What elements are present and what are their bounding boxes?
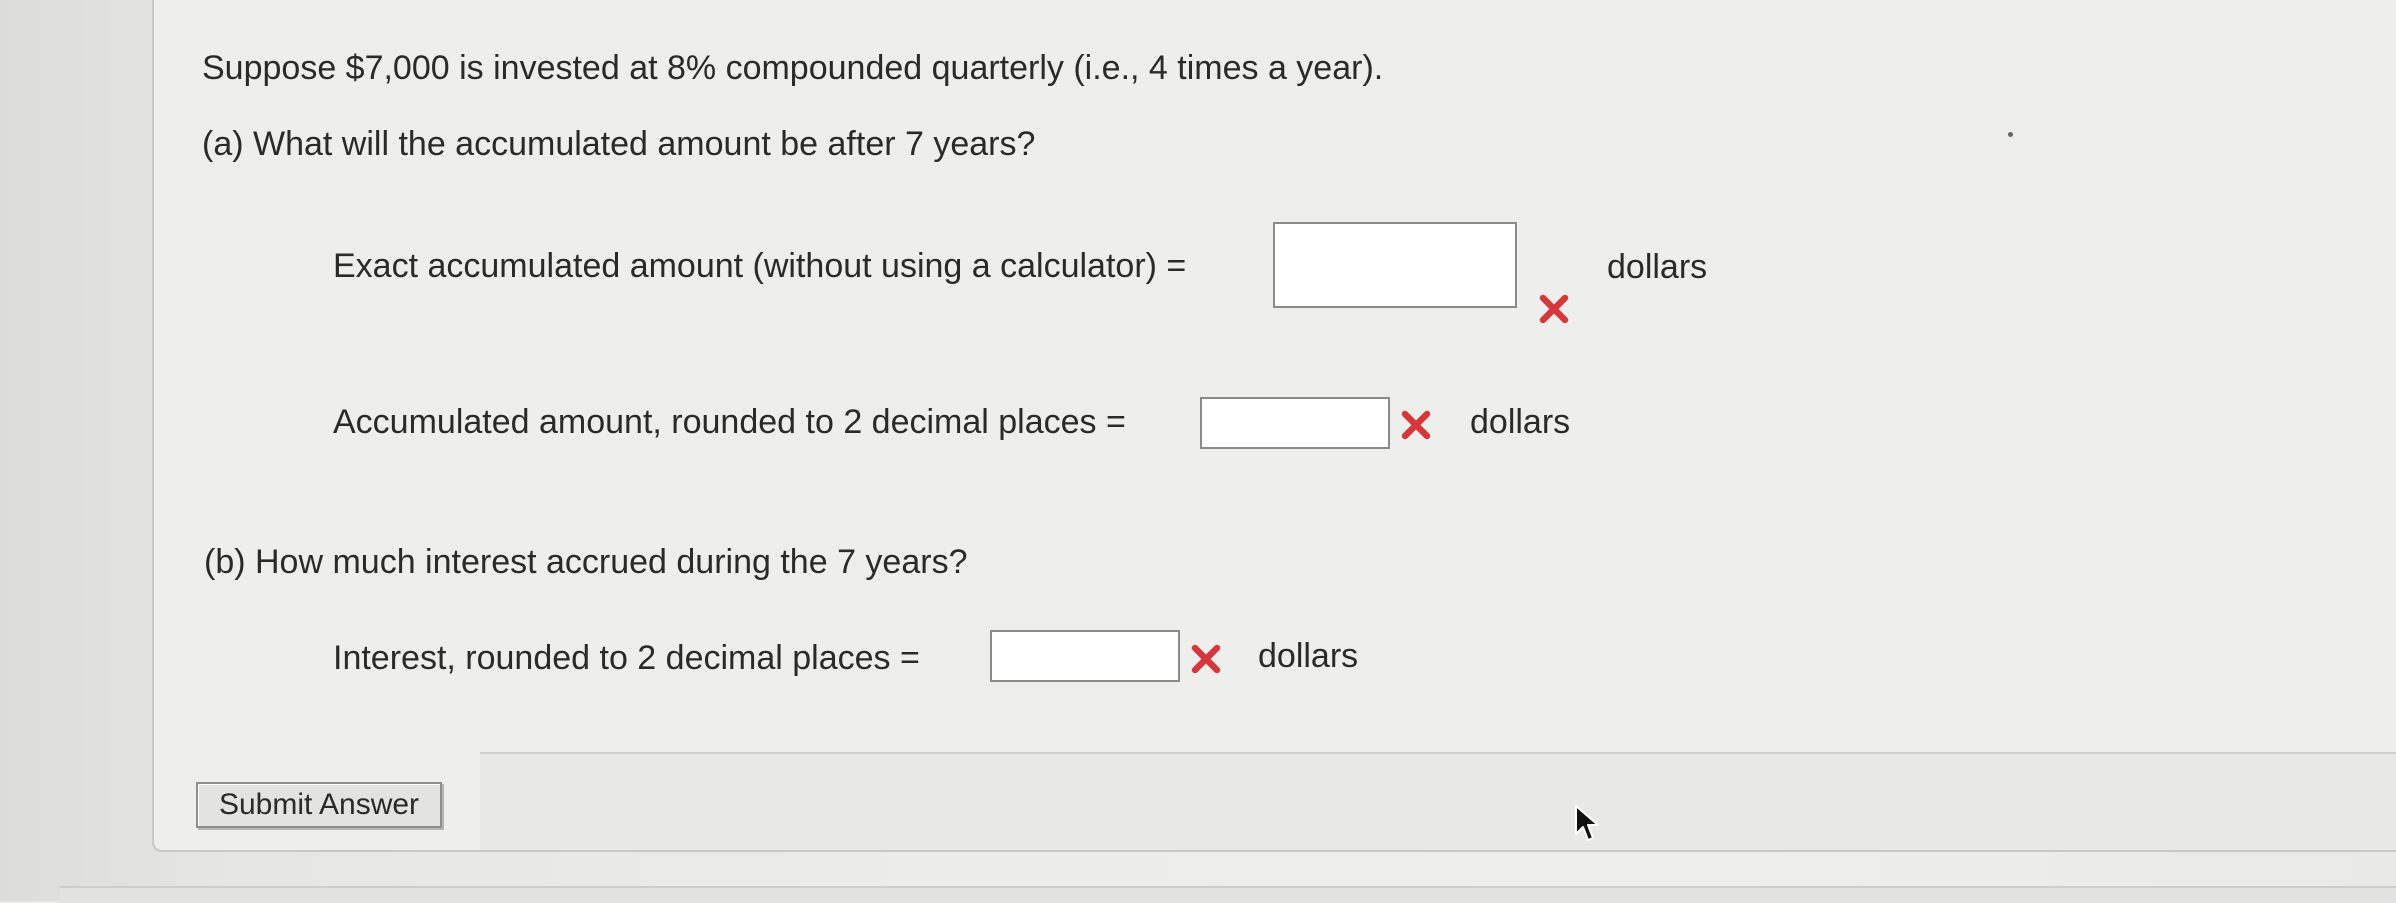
submit-answer-button[interactable]: Submit Answer xyxy=(196,782,442,828)
screen-speck xyxy=(2008,132,2013,137)
part-b-heading: (b) How much interest accrued during the… xyxy=(204,543,968,581)
incorrect-x-icon xyxy=(1191,644,1221,674)
panel-footer-area xyxy=(480,752,2396,850)
rounded-amount-unit: dollars xyxy=(1470,403,1571,441)
interest-label: Interest, rounded to 2 decimal places = xyxy=(333,639,920,677)
interest-input[interactable] xyxy=(990,630,1180,682)
interest-unit: dollars xyxy=(1258,637,1359,675)
rounded-amount-label: Accumulated amount, rounded to 2 decimal… xyxy=(333,403,1126,441)
exact-amount-unit: dollars xyxy=(1607,248,1708,286)
next-panel-edge xyxy=(60,886,2396,903)
exact-amount-input[interactable] xyxy=(1273,222,1517,308)
incorrect-x-icon xyxy=(1401,410,1431,440)
incorrect-x-icon xyxy=(1539,294,1569,324)
question-prompt: Suppose $7,000 is invested at 8% compoun… xyxy=(202,49,1384,87)
part-a-heading: (a) What will the accumulated amount be … xyxy=(202,125,1036,163)
exact-amount-label: Exact accumulated amount (without using … xyxy=(333,247,1187,285)
mouse-cursor-icon xyxy=(1575,805,1599,841)
rounded-amount-input[interactable] xyxy=(1200,397,1390,449)
